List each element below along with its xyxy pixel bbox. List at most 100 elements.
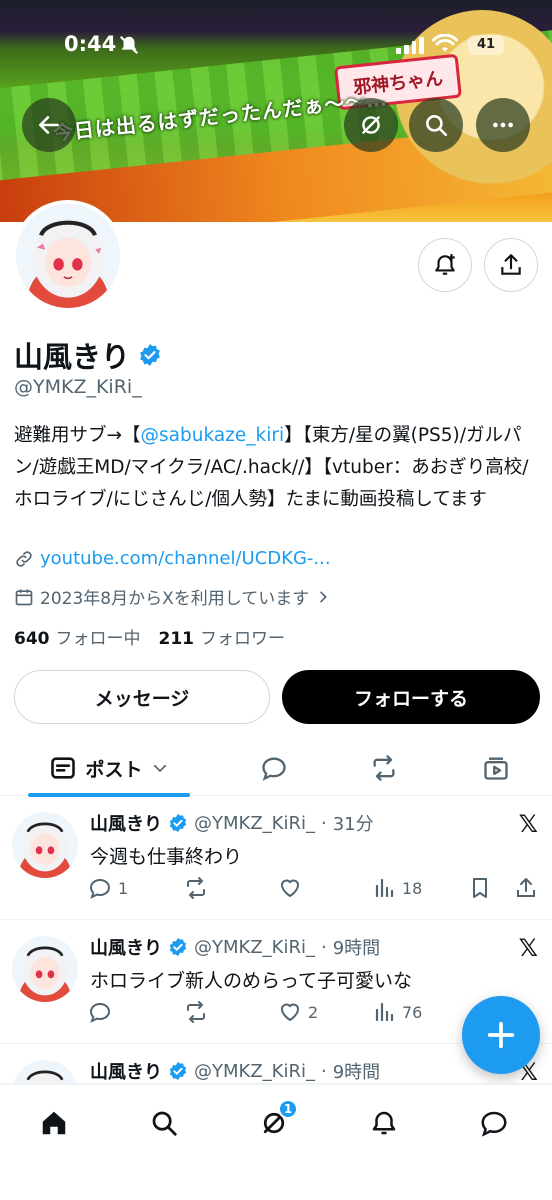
followers-label: フォロワー	[200, 629, 285, 649]
post-avatar[interactable]	[12, 936, 78, 1002]
compose-post-button[interactable]	[462, 996, 540, 1074]
more-icon	[493, 122, 513, 128]
post-time: 31分	[332, 814, 374, 835]
grok-icon	[362, 116, 380, 134]
plus-icon	[487, 1021, 515, 1049]
like-button[interactable]: 2	[278, 1000, 318, 1024]
following-link[interactable]: 640 フォロー中	[14, 624, 141, 649]
cellular-signal-icon	[396, 36, 424, 54]
reply-button[interactable]: 1	[88, 876, 128, 900]
like-count: 2	[308, 1002, 319, 1022]
calendar-icon	[15, 589, 33, 605]
profile-website[interactable]: youtube.com/channel/UCDKG-...	[14, 548, 331, 569]
share-post-button[interactable]	[514, 876, 538, 900]
post-separator: ·	[320, 936, 327, 958]
avatar-image	[12, 812, 78, 878]
bell-plus-icon	[435, 254, 455, 275]
search-icon	[152, 1111, 177, 1136]
follow-counts: 640 フォロー中 211 フォロワー	[14, 624, 285, 649]
x-logo-icon: 𝕏	[518, 934, 538, 962]
grok-badge: 1	[278, 1099, 298, 1119]
repost-icon	[373, 755, 395, 781]
tab-replies[interactable]	[246, 740, 302, 796]
post-text: 今週も仕事終わり	[90, 846, 243, 868]
more-button[interactable]	[476, 98, 530, 152]
nav-home[interactable]	[34, 1103, 74, 1143]
bookmark-button[interactable]	[468, 876, 492, 900]
repost-icon	[187, 877, 205, 899]
post-avatar[interactable]	[12, 812, 78, 878]
like-button[interactable]	[278, 876, 302, 900]
home-icon	[42, 1111, 66, 1135]
search-button[interactable]	[409, 98, 463, 152]
website-link[interactable]: youtube.com/channel/UCDKG-...	[40, 548, 331, 569]
post-item[interactable]: 山風きり @YMKZ_KiRi_ · 31分 𝕏 今週も仕事終わり 1 18	[0, 798, 552, 920]
repost-icon	[187, 1001, 205, 1023]
post-author-name[interactable]: 山風きり	[90, 810, 162, 836]
media-icon	[484, 757, 508, 780]
heart-icon	[281, 1003, 299, 1021]
post-actions: 1 18	[88, 876, 540, 904]
profile-joined[interactable]: 2023年8月からXを利用しています	[14, 584, 331, 609]
post-avatar[interactable]	[12, 1060, 78, 1083]
views-button[interactable]: 18	[372, 876, 422, 900]
x-logo-icon: 𝕏	[518, 810, 538, 838]
verified-badge-icon	[169, 813, 187, 833]
profile-bio: 避難用サブ→【@sabukaze_kiri】【東方/星の翼(PS5)/ガルパン/…	[14, 420, 540, 516]
reply-count: 1	[118, 878, 129, 898]
grok-button[interactable]	[344, 98, 398, 152]
tab-media[interactable]	[468, 740, 524, 796]
avatar-image	[12, 936, 78, 1002]
bar-chart-icon	[375, 1002, 394, 1022]
followers-link[interactable]: 211 フォロワー	[159, 624, 286, 649]
nav-notifications[interactable]	[364, 1103, 404, 1143]
tab-posts[interactable]: ポスト	[28, 740, 190, 797]
bio-mention-link[interactable]: @sabukaze_kiri	[141, 425, 285, 446]
avatar-image	[12, 1060, 78, 1083]
verified-badge-icon[interactable]	[138, 343, 162, 367]
profile-tabs: ポスト	[0, 740, 552, 797]
link-icon	[16, 550, 32, 567]
bar-chart-icon	[375, 878, 394, 898]
bookmark-icon	[473, 878, 487, 898]
reply-icon	[89, 1002, 111, 1023]
chat-bubble-icon	[262, 757, 286, 781]
share-icon	[501, 254, 521, 275]
profile-name: 山風きり	[14, 334, 162, 376]
nav-grok[interactable]: 1	[254, 1099, 298, 1143]
back-button[interactable]	[22, 98, 76, 152]
following-label: フォロー中	[55, 629, 141, 649]
post-author-name[interactable]: 山風きり	[90, 1058, 162, 1083]
bell-slash-icon	[119, 35, 139, 55]
heart-icon	[281, 879, 299, 897]
post-separator: ·	[320, 812, 327, 834]
post-author-name[interactable]: 山風きり	[90, 934, 162, 960]
following-count: 640	[14, 629, 50, 649]
chevron-right-icon	[320, 591, 328, 602]
follow-button[interactable]: フォローする	[282, 670, 540, 724]
repost-button[interactable]	[184, 1000, 208, 1024]
tab-reposts[interactable]	[356, 740, 412, 796]
search-icon	[426, 115, 448, 137]
chevron-down-icon	[153, 764, 166, 773]
status-bar: 0:44 41	[0, 0, 552, 90]
post-text: ホロライブ新人のめらって子可愛いな	[90, 970, 413, 992]
status-time: 0:44	[64, 32, 117, 56]
post-author-handle: @YMKZ_KiRi_	[194, 936, 315, 958]
battery-indicator: 41	[468, 35, 504, 55]
profile-avatar[interactable]	[12, 200, 124, 312]
notifications-subscribe-button[interactable]	[418, 238, 472, 292]
message-button[interactable]: メッセージ	[14, 670, 270, 724]
followers-count: 211	[158, 629, 195, 649]
post-header: 山風きり @YMKZ_KiRi_ · 9時間	[90, 934, 380, 960]
post-time: 9時間	[332, 1062, 381, 1083]
share-button[interactable]	[484, 238, 538, 292]
post-header: 山風きり @YMKZ_KiRi_ · 9時間	[90, 1058, 380, 1084]
reply-icon	[89, 878, 111, 899]
nav-messages[interactable]	[474, 1103, 514, 1143]
reply-button[interactable]	[88, 1000, 112, 1024]
wifi-icon	[432, 34, 458, 52]
repost-button[interactable]	[184, 876, 208, 900]
nav-explore[interactable]	[144, 1103, 184, 1143]
views-button[interactable]: 76	[372, 1000, 422, 1024]
